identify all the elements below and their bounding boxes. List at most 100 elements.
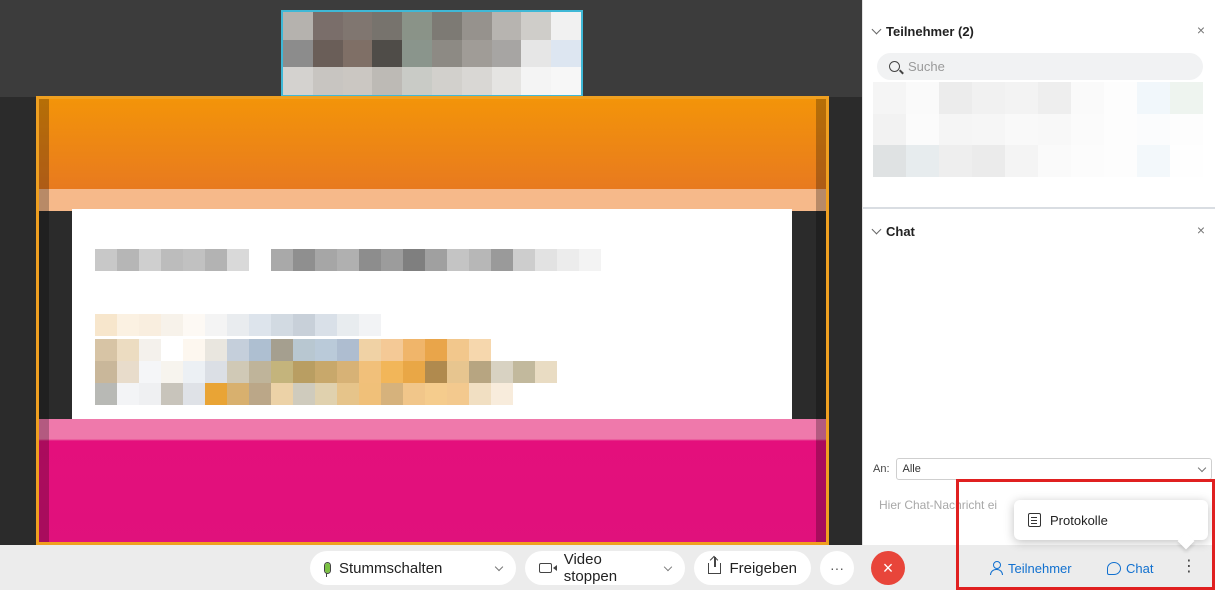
participant-list[interactable] bbox=[873, 82, 1203, 177]
blurred-pixel bbox=[551, 12, 581, 40]
blurred-pixel bbox=[491, 361, 513, 383]
blurred-pixel bbox=[315, 361, 337, 383]
more-menu-button[interactable]: ⋮ bbox=[1181, 553, 1197, 583]
blurred-pixel bbox=[205, 314, 227, 336]
chevron-down-icon[interactable] bbox=[663, 562, 673, 571]
shared-edge-right bbox=[816, 99, 826, 542]
blurred-pixel bbox=[1104, 145, 1137, 177]
blurred-pixel bbox=[139, 249, 161, 271]
blurred-pixel bbox=[425, 383, 447, 405]
share-button[interactable]: Freigeben bbox=[694, 551, 811, 585]
blurred-pixel bbox=[469, 339, 491, 361]
recipient-select[interactable]: Alle bbox=[895, 458, 1212, 480]
control-bar: Stummschalten Video stoppen Freigeben ··… bbox=[0, 545, 1215, 590]
blurred-pixel bbox=[939, 145, 972, 177]
microphone-icon bbox=[324, 562, 331, 577]
blurred-pixel bbox=[873, 82, 906, 114]
blurred-pixel bbox=[359, 249, 381, 271]
blurred-pixel bbox=[117, 361, 139, 383]
blurred-pixel bbox=[117, 339, 139, 361]
blurred-pixel bbox=[293, 339, 315, 361]
blurred-pixel bbox=[161, 383, 183, 405]
video-stop-button[interactable]: Video stoppen bbox=[525, 551, 685, 585]
close-icon[interactable]: × bbox=[1197, 222, 1205, 238]
blurred-pixel bbox=[1170, 113, 1203, 146]
blurred-pixel bbox=[95, 249, 117, 271]
blurred-pixel bbox=[1005, 82, 1038, 114]
side-panel: Teilnehmer (2) × Chat × An: Alle Hier Ch… bbox=[862, 0, 1215, 545]
blurred-pixel bbox=[183, 361, 205, 383]
shared-edge-left bbox=[39, 99, 49, 542]
blurred-pixel bbox=[491, 67, 522, 95]
chat-toggle-button[interactable]: Chat bbox=[1107, 553, 1153, 583]
blurred-pixel bbox=[117, 383, 139, 405]
participants-header[interactable]: Teilnehmer (2) bbox=[871, 24, 974, 39]
end-call-button[interactable]: × bbox=[871, 551, 905, 585]
chat-message-input[interactable]: Hier Chat-Nachricht ei bbox=[879, 498, 1029, 512]
shared-banner-orange bbox=[39, 99, 826, 189]
participants-toggle-button[interactable]: Teilnehmer bbox=[990, 553, 1072, 583]
blurred-pixel bbox=[342, 39, 373, 68]
blurred-pixel bbox=[249, 249, 271, 271]
blurred-pixel bbox=[461, 12, 492, 40]
participants-title: Teilnehmer (2) bbox=[886, 24, 974, 39]
blurred-pixel bbox=[1137, 82, 1170, 114]
blurred-pixel bbox=[161, 249, 183, 271]
blurred-pixel bbox=[139, 361, 161, 383]
blurred-pixel bbox=[283, 39, 313, 68]
blurred-pixel bbox=[293, 249, 315, 271]
blurred-pixel bbox=[402, 12, 432, 40]
recipient-row: An: Alle bbox=[873, 458, 1212, 480]
participant-search[interactable] bbox=[877, 53, 1203, 80]
video-label: Video stoppen bbox=[563, 551, 618, 585]
blurred-pixel bbox=[95, 383, 117, 405]
blurred-pixel bbox=[117, 314, 139, 336]
blurred-pixel bbox=[312, 67, 343, 95]
blurred-pixel bbox=[906, 113, 939, 146]
blurred-pixel bbox=[381, 361, 403, 383]
blurred-pixel bbox=[372, 67, 403, 95]
blurred-pixel bbox=[161, 361, 183, 383]
mute-button[interactable]: Stummschalten bbox=[310, 551, 516, 585]
blurred-text-row bbox=[95, 361, 557, 383]
blurred-pixel bbox=[1137, 113, 1170, 146]
close-icon[interactable]: × bbox=[1197, 22, 1205, 38]
participants-toggle-label: Teilnehmer bbox=[1008, 560, 1072, 576]
blurred-pixel bbox=[1038, 145, 1071, 177]
blurred-pixel bbox=[906, 145, 939, 177]
blurred-pixel bbox=[337, 314, 359, 336]
chevron-down-icon bbox=[871, 224, 882, 235]
blurred-pixel bbox=[359, 383, 381, 405]
blurred-pixel bbox=[227, 314, 249, 336]
blurred-pixel bbox=[873, 145, 906, 177]
blurred-pixel bbox=[972, 113, 1005, 146]
blurred-pixel bbox=[447, 249, 469, 271]
search-input[interactable] bbox=[908, 59, 1188, 74]
recipient-value: Alle bbox=[902, 463, 921, 475]
share-label: Freigeben bbox=[729, 559, 797, 577]
meeting-window: Teilnehmer (2) × Chat × An: Alle Hier Ch… bbox=[0, 0, 1215, 590]
blurred-pixel bbox=[95, 339, 117, 361]
chat-header[interactable]: Chat bbox=[871, 224, 915, 239]
blurred-pixel bbox=[293, 314, 315, 336]
blurred-pixel bbox=[342, 67, 373, 95]
blurred-pixel bbox=[315, 249, 337, 271]
blurred-pixel bbox=[227, 383, 249, 405]
share-icon bbox=[708, 556, 722, 574]
video-stage bbox=[0, 0, 862, 545]
menu-item-protokolle[interactable]: Protokolle bbox=[1014, 500, 1208, 540]
blurred-pixel bbox=[337, 361, 359, 383]
blurred-pixel bbox=[425, 339, 447, 361]
blurred-pixel bbox=[271, 339, 293, 361]
chevron-down-icon[interactable] bbox=[494, 562, 504, 571]
blurred-pixel bbox=[315, 339, 337, 361]
blurred-pixel bbox=[431, 39, 462, 68]
more-options-button[interactable]: ··· bbox=[820, 551, 854, 585]
blurred-pixel bbox=[535, 361, 557, 383]
blurred-pixel bbox=[403, 339, 425, 361]
shared-banner-magenta bbox=[39, 419, 826, 542]
blurred-pixel bbox=[227, 249, 249, 271]
self-view-video[interactable] bbox=[281, 10, 583, 97]
blurred-pixel bbox=[293, 361, 315, 383]
blurred-pixel bbox=[491, 39, 522, 68]
